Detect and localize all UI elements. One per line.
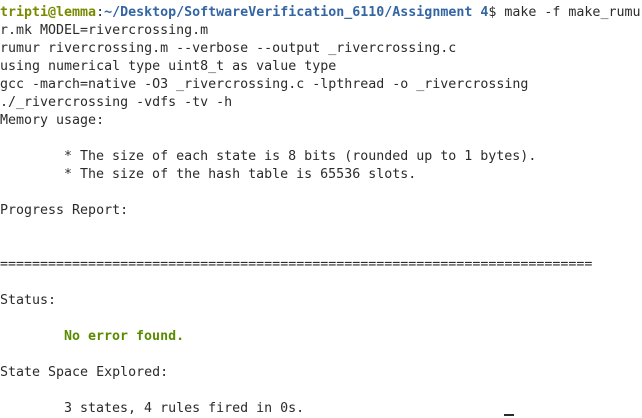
state-size-info: * The size of each state is 8 bits (roun… [64,149,537,164]
prompt-separator: : [96,5,105,20]
prompt-user-host: tripti@lemma [0,5,97,20]
text-cursor [504,414,514,416]
prompt-symbol: $ [488,5,505,20]
typed-command: make -f make_rumu [504,5,641,20]
output-line-run: ./_rivercrossing -vdfs -tv -h [0,95,233,110]
prompt-path: ~/Desktop/SoftwareVerification_6110/Assi… [104,5,489,20]
output-line-command-wrap: r.mk MODEL=rivercrossing.m [0,23,209,38]
status-result: No error found. [64,329,185,344]
progress-report-heading: Progress Report: [0,203,129,218]
memory-usage-heading: Memory usage: [0,113,105,128]
state-space-summary: 3 states, 4 rules fired in 0s. [64,401,305,416]
separator-line: ========================================… [0,257,593,272]
output-line-gcc: gcc -march=native -O3 _rivercrossing.c -… [0,77,529,92]
state-space-heading: State Space Explored: [0,365,169,380]
command-prompt-line: tripti@lemma:~/Desktop/SoftwareVerificat… [0,4,642,22]
hash-table-info: * The size of the hash table is 65536 sl… [64,167,417,182]
output-line-numerical-type: using numerical type uint8_t as value ty… [0,59,337,74]
output-line-rumur: rumur rivercrossing.m --verbose --output… [0,41,457,56]
terminal-window[interactable]: tripti@lemma:~/Desktop/SoftwareVerificat… [0,0,642,418]
status-heading: Status: [0,293,57,308]
